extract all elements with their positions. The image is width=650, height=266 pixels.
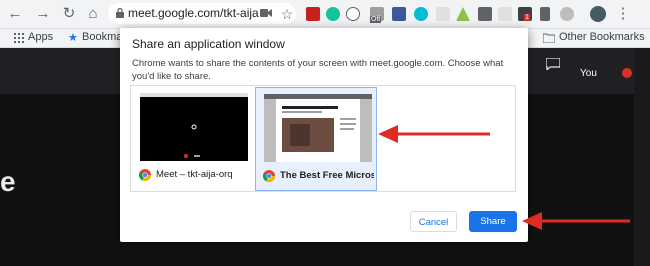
extension-leaf-icon[interactable] xyxy=(456,7,470,21)
window-tile-article[interactable]: The Best Free Micros… xyxy=(255,87,377,191)
extension-m-icon[interactable] xyxy=(414,7,428,21)
extension-off-icon[interactable]: Off xyxy=(370,7,384,23)
bookmark-star-icon: ★ xyxy=(68,32,78,44)
chrome-icon xyxy=(139,169,151,181)
window-tile-meet[interactable]: Meet – tkt-aija-orq xyxy=(132,87,254,191)
folder-icon xyxy=(543,33,555,43)
menu-dots-icon[interactable]: ⋮ xyxy=(614,5,632,23)
you-label: You xyxy=(580,68,597,79)
camera-icon[interactable] xyxy=(260,8,272,18)
chat-icon[interactable] xyxy=(546,58,560,70)
extension-badge-icon[interactable]: 1 xyxy=(518,7,532,21)
lock-icon xyxy=(116,8,124,18)
annotation-arrow-icon xyxy=(378,125,490,143)
window-thumbnail-meet xyxy=(140,93,248,161)
extension-circle-icon[interactable] xyxy=(346,7,360,21)
avatar[interactable] xyxy=(590,6,606,22)
extension-count-badge: 1 xyxy=(524,14,530,21)
star-icon[interactable]: ☆ xyxy=(278,5,296,23)
dialog-description: Chrome wants to share the contents of yo… xyxy=(132,58,504,82)
mic-off-icon[interactable] xyxy=(622,68,632,78)
cancel-button[interactable]: Cancel xyxy=(410,211,457,232)
grammarly-icon[interactable] xyxy=(326,7,340,21)
window-thumbnail-article xyxy=(264,94,372,162)
browser-toolbar: ← → ↻ ⌂ meet.google.com/tkt-aija ☆ Off 1… xyxy=(0,0,650,29)
meet-background-text: e xyxy=(0,166,16,197)
window-title-article: The Best Free Micros… xyxy=(280,170,374,181)
dialog-title: Share an application window xyxy=(132,37,285,51)
chrome-icon xyxy=(263,170,275,182)
bookmark-apps[interactable]: Apps xyxy=(28,31,53,43)
extension-shield-icon[interactable] xyxy=(306,7,320,21)
home-icon[interactable]: ⌂ xyxy=(84,5,102,23)
window-edge xyxy=(634,48,650,266)
extension-grid-icon[interactable] xyxy=(392,7,406,21)
reload-icon[interactable]: ↻ xyxy=(60,5,78,23)
back-arrow-icon[interactable]: ← xyxy=(6,5,24,23)
bookmark-other[interactable]: Other Bookmarks xyxy=(559,31,645,43)
annotation-arrow-icon xyxy=(522,212,630,230)
share-button[interactable]: Share xyxy=(469,211,517,232)
address-url: meet.google.com/tkt-aija xyxy=(128,6,259,20)
extension-dark-icon[interactable] xyxy=(478,7,492,21)
extension-off-badge: Off xyxy=(370,16,382,23)
extension-puzzle-icon[interactable] xyxy=(560,7,574,21)
extension-square-icon[interactable] xyxy=(498,7,512,21)
extension-lock-icon[interactable] xyxy=(540,7,550,21)
window-title-meet: Meet – tkt-aija-orq xyxy=(156,169,233,180)
apps-grid-icon xyxy=(14,33,24,43)
forward-arrow-icon[interactable]: → xyxy=(34,5,52,23)
extension-gray-icon[interactable] xyxy=(436,7,450,21)
